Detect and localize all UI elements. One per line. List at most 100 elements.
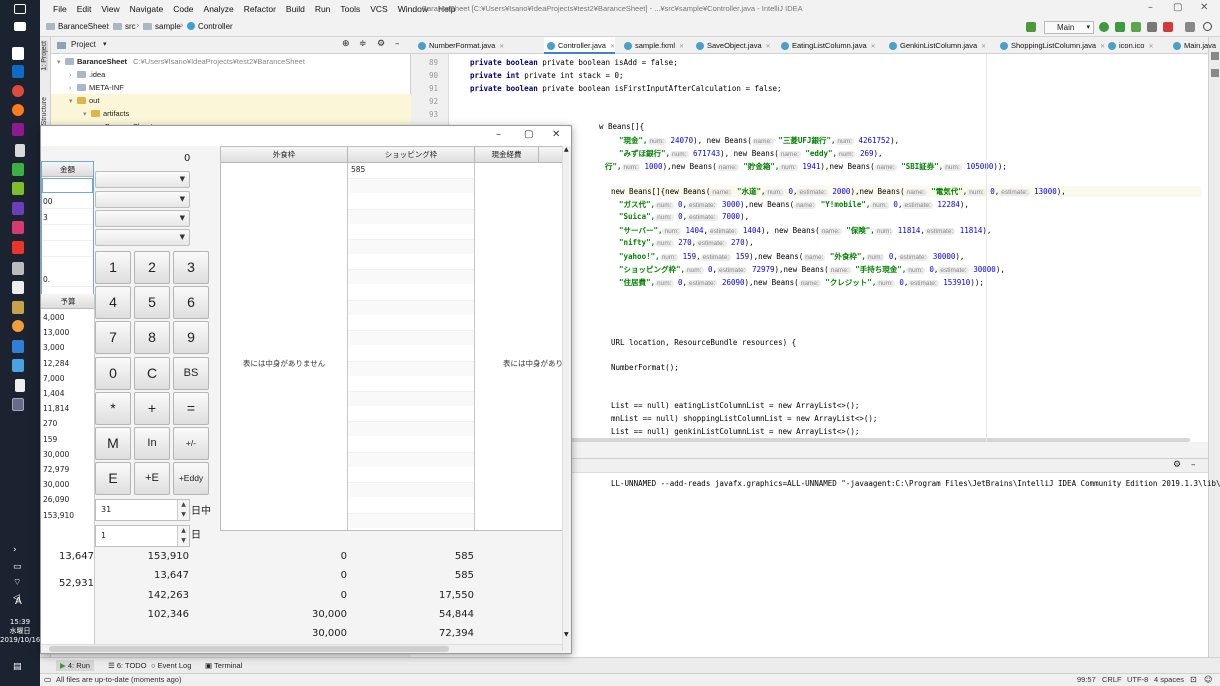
line-separator[interactable]: CRLF [1102,675,1122,684]
key-1[interactable]: 1 [95,251,131,284]
editor-tab[interactable]: GenkinListColumn.java ✕ [886,37,986,54]
debug-icon[interactable] [1115,22,1125,32]
acrobat-icon[interactable] [12,241,24,254]
table-cell[interactable] [42,178,93,193]
category-combo-1[interactable]: ▼ [95,171,190,188]
backspace-button[interactable]: BS [173,356,209,390]
editor-tab[interactable]: Controller.java ✕ [544,37,615,54]
e-button[interactable]: E [95,462,131,496]
hide-icon[interactable]: – [1191,460,1196,470]
collapse-icon[interactable]: ≑ [359,39,367,49]
minimize-icon[interactable]: – [1148,2,1153,13]
kingaku-header[interactable]: 金額 [42,162,93,177]
tree-item-idea[interactable]: › .idea [51,68,411,81]
table-row[interactable] [348,163,474,178]
stop-icon[interactable] [1163,22,1173,32]
menu-build[interactable]: Build [281,3,310,16]
indent-setting[interactable]: 4 spaces [1154,675,1184,684]
close-tab-icon[interactable]: ✕ [679,44,684,50]
table-row[interactable] [348,208,474,224]
status-message[interactable]: All files are up-to-date (moments ago) [56,675,181,684]
yosan-cell[interactable]: 12,284 [41,356,94,371]
yosan-cell[interactable]: 1,404 [41,386,94,401]
menu-run[interactable]: Run [310,3,336,16]
minimize-icon[interactable]: – [496,129,501,140]
file-encoding[interactable]: UTF-8 [1127,675,1148,684]
scroll-thumb[interactable] [49,646,449,652]
yosan-table[interactable]: 予算 4,000 13,000 3,000 12,284 7,000 1,404 11,81… [41,294,95,653]
table-row[interactable] [348,178,474,194]
run-config-select[interactable]: Main ▾ [1044,21,1094,34]
plus-e-button[interactable]: +E [134,462,170,496]
yosan-cell[interactable]: 3,000 [41,340,94,355]
yosan-cell[interactable]: 26,090 [41,492,94,507]
yosan-cell[interactable]: 13,000 [41,325,94,340]
ime-indicator[interactable]: A [15,596,22,607]
column-body-shopping[interactable]: 585 [348,163,475,530]
table-row[interactable] [348,421,474,437]
menu-refactor[interactable]: Refactor [239,3,281,16]
column-header-shopping[interactable]: ショッピング枠 [348,147,475,163]
yosan-cell[interactable]: 270 [41,416,94,431]
build-hammer-icon[interactable] [1026,22,1036,32]
todo-tool-tab[interactable]: ☰ 6: TODO [104,660,151,671]
editor-tab[interactable]: EatingListColumn.java ✕ [778,37,876,54]
chevron-up-icon[interactable]: › [13,545,17,555]
menu-edit[interactable]: Edit [72,3,97,16]
table-cell[interactable]: 0. [42,272,93,287]
key-9[interactable]: 9 [173,321,209,355]
memory-button[interactable]: M [95,427,131,460]
locate-icon[interactable]: ⊕ [342,39,350,49]
close-icon[interactable]: ✕ [1200,2,1208,13]
network-icon[interactable]: ▭ [13,562,22,572]
month-spinner[interactable]: 1 ▲ ▼ [95,525,190,547]
coverage-icon[interactable] [1131,22,1141,32]
key-6[interactable]: 6 [173,286,209,320]
chevron-down-icon[interactable]: ▼ [564,631,569,638]
budget-table[interactable]: 外食枠 ショッピング枠 現金経費 表には中身がありません 585 表には中身があ… [220,146,565,531]
start-icon[interactable] [14,4,26,14]
event-icon[interactable]: ☺ [1204,675,1212,684]
yosan-cell[interactable]: 4,000 [41,310,94,325]
app-icon-4[interactable] [12,281,24,294]
app-icon-3[interactable] [12,262,24,275]
rerun-icon[interactable] [1099,22,1109,32]
intellij-icon[interactable] [12,221,24,234]
plus-button[interactable]: + [134,391,170,425]
spinner-arrows-icon[interactable]: ▲ ▼ [177,500,189,520]
task-view-icon[interactable] [14,22,26,31]
yosan-cell[interactable]: 159 [41,432,94,447]
editor-tab[interactable]: icon.ico ✕ [1105,37,1153,54]
app-icon-8[interactable] [12,359,24,372]
gear-icon[interactable]: ⚙ [1173,460,1181,470]
table-row[interactable] [348,451,474,467]
equals-button[interactable]: = [173,391,209,425]
table-row[interactable] [348,285,474,300]
yosan-cell[interactable]: 72,979 [41,462,94,477]
yosan-header[interactable]: 予算 [41,294,94,309]
category-combo-2[interactable]: ▼ [95,191,190,208]
menu-file[interactable]: File [48,3,72,16]
plus-eddy-button[interactable]: +Eddy [173,462,209,496]
table-row[interactable] [348,497,474,512]
table-row[interactable] [348,330,474,346]
terminal-tool-tab[interactable]: ▣ Terminal [201,660,246,671]
table-row[interactable] [348,437,474,452]
clear-button[interactable]: C [134,356,170,390]
taskbar-clock[interactable]: 15:39 水曜日 2019/10/16 [0,618,40,645]
column-body-eating[interactable]: 表には中身がありません [221,163,348,530]
tree-item-out[interactable]: ▾ out [51,94,411,107]
calendar-app-icon[interactable] [12,47,24,60]
table-row[interactable] [348,239,474,254]
project-structure-icon[interactable] [1185,22,1195,32]
java-app-icon[interactable] [12,398,24,411]
caret-position[interactable]: 99:57 [1077,675,1096,684]
breadcrumb-src[interactable]: src [113,22,136,31]
table-row[interactable] [348,224,474,239]
key-2[interactable]: 2 [134,251,170,284]
close-tab-icon[interactable]: ✕ [981,44,986,50]
editor-tab[interactable]: ShoppingListColumn.java ✕ [997,37,1105,54]
table-row[interactable] [348,345,474,360]
editor-tab[interactable]: NumberFormat.java ✕ [415,37,504,54]
table-row[interactable] [348,512,474,528]
